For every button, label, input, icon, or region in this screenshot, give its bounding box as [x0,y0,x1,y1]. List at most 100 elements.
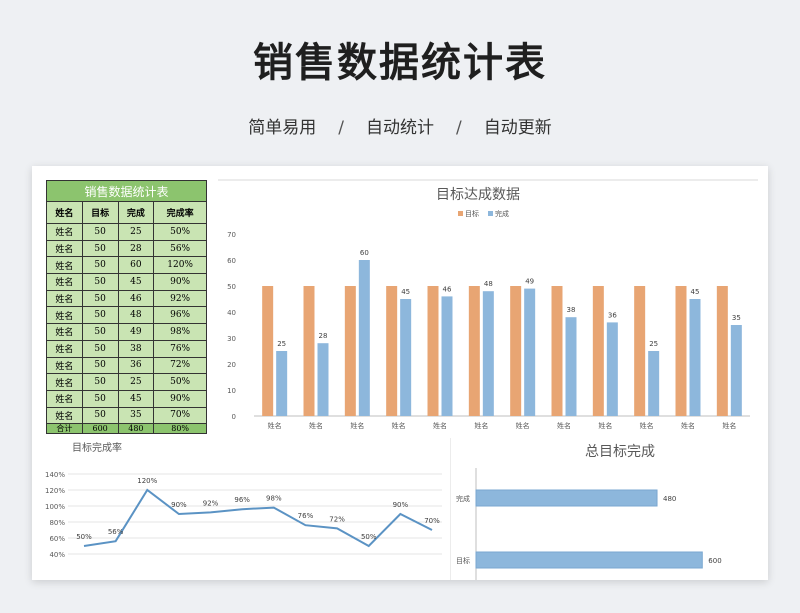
table-cell[interactable]: 50 [81,273,119,291]
table-total-cell[interactable]: 合计 [46,423,83,435]
y-tick-label: 目标 [456,556,470,565]
x-tick-label: 姓名 [681,421,695,430]
data-label: 25 [649,340,658,348]
table-cell[interactable]: 姓名 [46,356,83,375]
data-label: 28 [319,332,328,340]
x-tick-label: 姓名 [722,421,736,430]
table-cell[interactable]: 姓名 [46,306,83,325]
table-cell[interactable]: 96% [153,306,207,325]
table-cell[interactable]: 36 [117,356,155,375]
table-row: 姓名 50 38 76% [46,339,207,358]
table-cell[interactable]: 70% [153,406,207,425]
target-bar [634,286,646,416]
table-total-cell[interactable]: 600 [81,423,119,435]
data-label: 50% [76,533,92,541]
table-cell[interactable]: 姓名 [46,323,83,341]
table-cell[interactable]: 25 [117,373,155,391]
table-cell[interactable]: 48 [117,306,155,325]
table-cell[interactable]: 92% [153,289,207,308]
table-row: 姓名 50 25 50% [46,223,207,241]
table-cell[interactable]: 45 [117,273,155,291]
table-cell[interactable]: 98% [153,323,207,341]
table-cell[interactable]: 50 [81,389,119,408]
data-label: 49 [525,278,534,286]
table-cell[interactable]: 50 [81,239,119,258]
completed-bar [400,299,412,416]
y-tick-label: 完成 [456,494,470,503]
table-cell[interactable]: 姓名 [46,373,83,391]
table-cell[interactable]: 60 [117,256,155,275]
data-label: 96% [234,496,250,504]
table-cell[interactable]: 姓名 [46,339,83,358]
table-cell[interactable]: 38 [117,339,155,358]
target-bar [262,286,274,416]
table-cell[interactable]: 28 [117,239,155,258]
target-bar [468,286,480,416]
table-cell[interactable]: 46 [117,289,155,308]
table-cell[interactable]: 49 [117,323,155,341]
table-cell[interactable]: 50 [81,306,119,325]
data-label: 45 [691,288,700,296]
legend-label: 完成 [495,209,509,218]
target-bar [386,286,398,416]
x-tick-label: 姓名 [309,421,323,430]
completed-bar [276,351,288,416]
data-label: 72% [329,515,345,523]
table-cell[interactable]: 90% [153,273,207,291]
data-label: 120% [137,477,157,485]
data-label: 90% [393,501,409,509]
data-label: 48 [484,280,493,288]
y-tick-label: 50 [227,283,236,291]
table-total-row: 合计 600 480 80% [46,423,207,435]
table-cell[interactable]: 45 [117,389,155,408]
chart-title: 目标完成率 [72,441,122,454]
x-tick-label: 姓名 [350,421,364,430]
data-label: 600 [708,557,721,565]
completed-bar [730,325,742,416]
y-tick-label: 0 [232,413,236,421]
table-cell[interactable]: 90% [153,389,207,408]
table-cell[interactable]: 姓名 [46,389,83,408]
table-cell[interactable]: 50 [81,373,119,391]
table-cell[interactable]: 50 [81,256,119,275]
table-cell[interactable]: 姓名 [46,406,83,425]
data-label: 98% [266,495,282,503]
subtitle-item: 自动统计 [366,118,434,138]
table-cell[interactable]: 50 [81,289,119,308]
table-cell[interactable]: 56% [153,239,207,258]
table-total-cell[interactable]: 80% [153,423,207,435]
table-cell[interactable]: 25 [117,223,155,241]
completed-bar [441,296,453,416]
table-cell[interactable]: 50 [81,406,119,425]
table-title: 销售数据统计表 [46,180,207,202]
table-cell[interactable]: 50% [153,223,207,241]
table-cell[interactable]: 120% [153,256,207,275]
table-cell[interactable]: 姓名 [46,273,83,291]
table-cell[interactable]: 50 [81,339,119,358]
y-tick-label: 30 [227,335,236,343]
table-cell[interactable]: 50 [81,356,119,375]
y-tick-label: 120% [45,487,65,495]
y-tick-label: 40% [49,551,65,559]
data-label: 56% [108,528,124,536]
table-cell[interactable]: 姓名 [46,239,83,258]
table-header-cell: 完成率 [153,201,207,224]
table-cell[interactable]: 姓名 [46,289,83,308]
table-cell[interactable]: 72% [153,356,207,375]
target-bar [592,286,604,416]
table-cell[interactable]: 姓名 [46,256,83,275]
table-cell[interactable]: 50 [81,323,119,341]
completed-bar [689,299,701,416]
table-cell[interactable]: 姓名 [46,223,83,241]
legend-label: 目标 [465,209,479,218]
table-cell[interactable]: 76% [153,339,207,358]
table-total-cell[interactable]: 480 [117,423,155,435]
table-cell[interactable]: 50 [81,223,119,241]
table-cell[interactable]: 50% [153,373,207,391]
total-bar [475,489,658,507]
table-cell[interactable]: 35 [117,406,155,425]
x-tick-label: 姓名 [557,421,571,430]
y-tick-label: 10 [227,387,236,395]
completed-bar [482,291,494,416]
subtitle-item: 简单易用 [248,118,317,138]
